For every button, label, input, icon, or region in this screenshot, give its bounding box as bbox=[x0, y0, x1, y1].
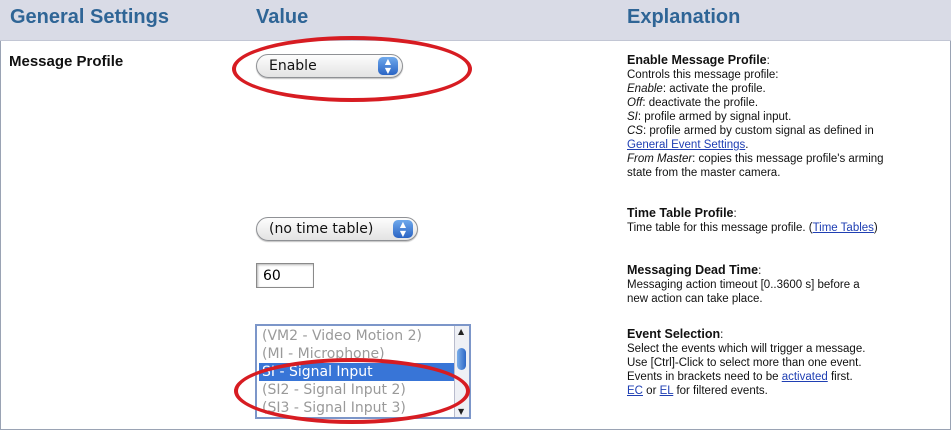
explanation-line: Use [Ctrl]-Click to select more than one… bbox=[627, 357, 862, 369]
explanation-title: Messaging Dead Time bbox=[627, 263, 759, 277]
explanation-title: Enable Message Profile bbox=[627, 53, 767, 67]
el-link[interactable]: EL bbox=[660, 385, 674, 397]
explanation-line: : profile armed by signal input. bbox=[637, 111, 792, 123]
header-general-settings: General Settings bbox=[10, 6, 169, 28]
general-event-settings-link[interactable]: General Event Settings bbox=[627, 139, 745, 151]
explanation-line: : copies this message profile's arming bbox=[692, 153, 884, 165]
explanation-dead-time: Messaging Dead Time: Messaging action ti… bbox=[627, 263, 947, 306]
term-off: Off bbox=[627, 97, 643, 109]
explanation-line: first. bbox=[827, 371, 853, 383]
highlight-oval bbox=[234, 358, 470, 424]
explanation-time-table: Time Table Profile: Time table for this … bbox=[627, 206, 878, 234]
explanation-line: Controls this message profile: bbox=[627, 69, 779, 81]
term-si: SI bbox=[627, 111, 638, 123]
explanation-line: Select the events which will trigger a m… bbox=[627, 343, 866, 355]
highlight-oval bbox=[232, 36, 472, 102]
term-enable: Enable bbox=[627, 83, 663, 95]
explanation-line: : activate the profile. bbox=[662, 83, 766, 95]
row-label-message-profile: Message Profile bbox=[9, 53, 124, 70]
select-arrows-icon: ▲ ▼ bbox=[393, 220, 413, 238]
explanation-event-selection: Event Selection: Select the events which… bbox=[627, 327, 947, 398]
explanation-line: or bbox=[642, 385, 660, 397]
explanation-line: : profile armed by custom signal as defi… bbox=[642, 125, 874, 137]
term-from-master: From Master bbox=[627, 153, 693, 165]
timetable-select-value: (no time table) bbox=[269, 221, 374, 237]
explanation-title: Event Selection bbox=[627, 327, 721, 341]
activated-link[interactable]: activated bbox=[782, 371, 828, 383]
header-explanation: Explanation bbox=[627, 6, 741, 28]
explanation-punct: ) bbox=[873, 222, 878, 234]
timetable-select[interactable]: (no time table) ▲ ▼ bbox=[256, 217, 418, 241]
explanation-line: : deactivate the profile. bbox=[642, 97, 759, 109]
explanation-line: state from the master camera. bbox=[627, 167, 781, 179]
time-tables-link[interactable]: Time Tables bbox=[813, 222, 874, 234]
ec-link[interactable]: EC bbox=[627, 385, 643, 397]
explanation-line: Messaging action timeout [0..3600 s] bef… bbox=[627, 279, 860, 291]
explanation-line: Time table for this message profile. ( bbox=[627, 222, 813, 234]
scroll-thumb[interactable] bbox=[457, 348, 466, 370]
scroll-down-icon[interactable]: ▼ bbox=[458, 407, 464, 416]
term-cs: CS bbox=[627, 125, 643, 137]
explanation-enable-profile: Enable Message Profile: Controls this me… bbox=[627, 53, 947, 180]
table-header: General Settings Value Explanation bbox=[0, 0, 951, 41]
explanation-line: new action can take place. bbox=[627, 293, 763, 305]
list-item[interactable]: (VM2 - Video Motion 2) bbox=[259, 327, 462, 345]
explanation-title: Time Table Profile bbox=[627, 206, 734, 220]
explanation-punct: . bbox=[745, 139, 749, 151]
header-value: Value bbox=[256, 6, 309, 28]
dead-time-input[interactable]: 60 bbox=[256, 263, 314, 288]
scroll-up-icon[interactable]: ▲ bbox=[458, 327, 464, 336]
explanation-line: Events in brackets need to be bbox=[627, 371, 782, 383]
explanation-line: for filtered events. bbox=[673, 385, 768, 397]
